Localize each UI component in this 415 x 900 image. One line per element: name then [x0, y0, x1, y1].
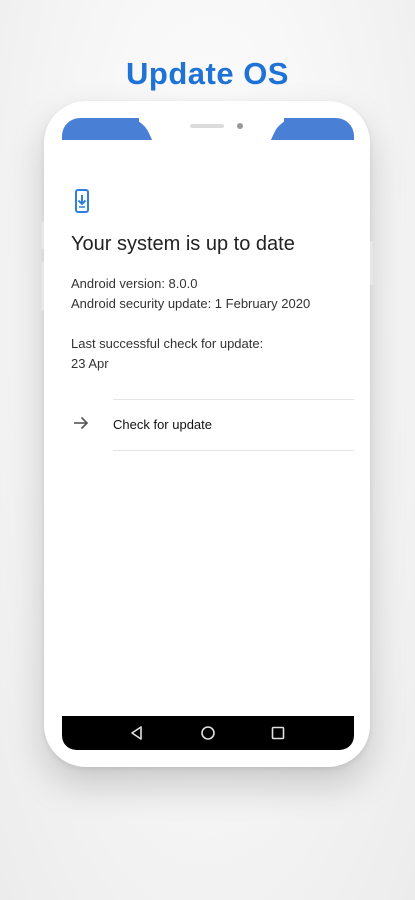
phone-screen: Your system is up to date Android versio… — [62, 118, 354, 750]
system-update-icon — [75, 189, 89, 218]
nav-home-icon[interactable] — [199, 724, 217, 742]
front-camera — [237, 123, 243, 129]
check-for-update-button[interactable]: Check for update — [62, 400, 354, 450]
divider-bottom — [113, 450, 354, 451]
status-heading: Your system is up to date — [71, 233, 295, 255]
phone-volume-down — [41, 261, 44, 311]
navigation-bar — [62, 716, 354, 750]
phone-side-button — [370, 241, 373, 285]
phone-frame: Your system is up to date Android versio… — [41, 101, 373, 767]
last-check-label: Last successful check for update: — [71, 336, 264, 351]
last-check-date: 23 Apr — [71, 356, 109, 371]
phone-volume-up — [41, 221, 44, 249]
status-bar-right — [284, 118, 354, 140]
check-for-update-label: Check for update — [113, 417, 213, 432]
security-update: Android security update: 1 February 2020 — [71, 296, 311, 311]
nav-back-icon[interactable] — [128, 724, 146, 742]
arrow-right-icon — [72, 415, 90, 436]
status-bar-left — [62, 118, 139, 140]
nav-recents-icon[interactable] — [269, 724, 287, 742]
earpiece-speaker — [190, 124, 224, 128]
android-version: Android version: 8.0.0 — [71, 276, 198, 291]
promo-title: Update OS — [126, 56, 289, 91]
